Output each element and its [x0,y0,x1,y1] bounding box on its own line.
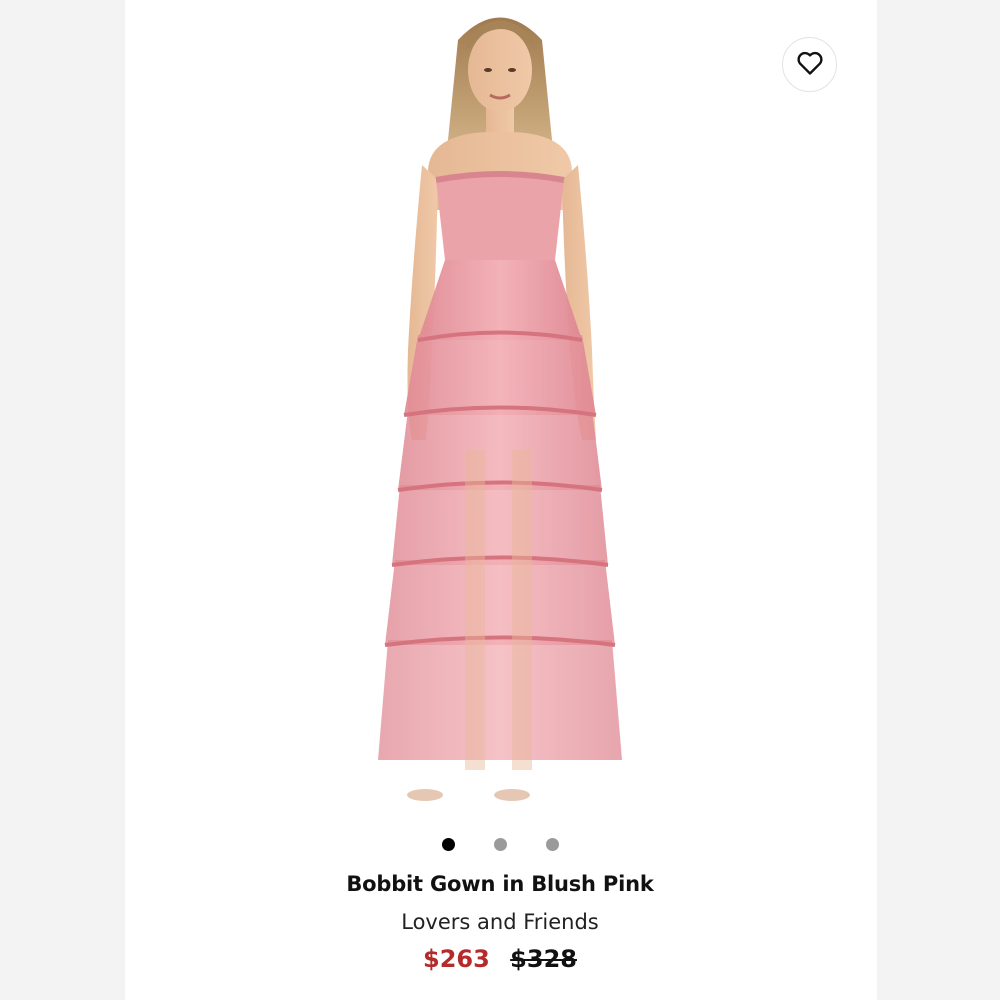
carousel-dot[interactable] [493,838,507,851]
product-page: Bobbit Gown in Blush Pink Lovers and Fri… [0,0,1000,1000]
product-name: Bobbit Gown in Blush Pink [346,872,654,896]
wishlist-button[interactable] [782,37,837,92]
carousel-dot[interactable] [441,838,455,851]
heart-icon [796,50,824,80]
brand-name[interactable]: Lovers and Friends [0,910,1000,934]
price-row: $263 $328 [0,945,1000,973]
carousel-dot[interactable] [545,838,559,851]
carousel-dots [0,838,1000,851]
sale-price: $263 [423,945,490,973]
original-price: $328 [510,945,577,973]
product-image[interactable] [250,0,750,825]
